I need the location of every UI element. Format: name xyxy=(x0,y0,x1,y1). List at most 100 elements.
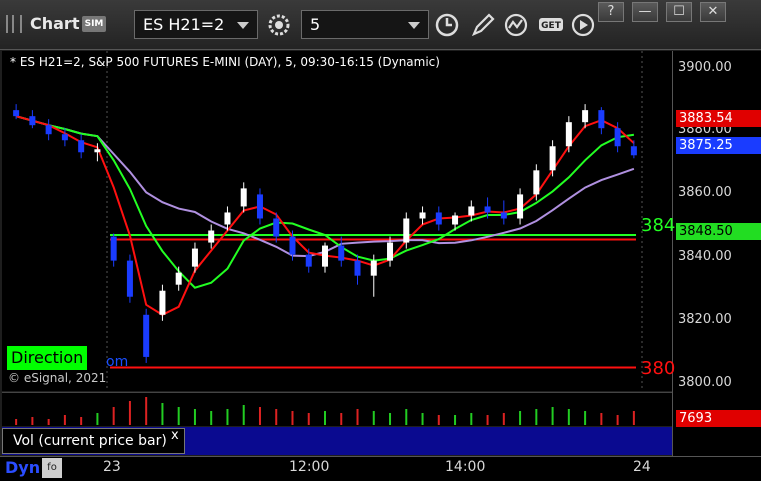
candle-body xyxy=(582,110,589,123)
symbol-select[interactable]: ES H21=2 xyxy=(134,10,258,39)
candle-body xyxy=(208,230,215,243)
svg-text:GET: GET xyxy=(541,21,562,31)
price-chart-pane[interactable] xyxy=(2,51,672,391)
volume-bar xyxy=(340,413,343,425)
volume-bar xyxy=(389,413,392,425)
candle-body xyxy=(159,290,166,315)
candle-body xyxy=(240,188,247,207)
app-title: Chart xyxy=(30,14,80,33)
copyright: © eSignal, 2021 xyxy=(8,371,107,385)
price-tag-green: 3848.50 xyxy=(676,223,761,240)
close-button[interactable]: ✕ xyxy=(700,2,726,22)
volume-bar xyxy=(177,407,180,425)
pencil-draw-icon[interactable] xyxy=(470,12,496,38)
candle-body xyxy=(452,215,459,225)
drag-grip-icon[interactable] xyxy=(6,15,22,33)
price-tick: 3900.00 xyxy=(678,60,732,75)
candle-body xyxy=(191,248,198,267)
formula-icon[interactable]: fo xyxy=(42,458,62,478)
volume-bar xyxy=(356,409,359,425)
volume-bar xyxy=(535,409,538,425)
candle-body xyxy=(305,254,312,267)
candle-body xyxy=(289,236,296,255)
candle-body xyxy=(273,218,280,237)
maximize-button[interactable]: ☐ xyxy=(666,2,692,22)
candle-body xyxy=(322,245,328,267)
volume-chart xyxy=(15,397,635,425)
candle-body xyxy=(614,128,621,147)
help-button[interactable]: ? xyxy=(598,2,624,22)
volume-bar xyxy=(128,401,131,425)
candle-body xyxy=(598,110,605,129)
candle-body xyxy=(13,110,20,117)
candle-body xyxy=(500,212,507,219)
dynamic-label[interactable]: Dyn xyxy=(5,458,40,477)
price-tick: 3800.00 xyxy=(678,375,732,390)
candle-body xyxy=(94,149,101,153)
volume-bar xyxy=(486,415,489,425)
volume-bar xyxy=(600,413,603,425)
candle-body xyxy=(630,146,637,156)
study-wave-icon[interactable] xyxy=(503,12,529,38)
volume-bar xyxy=(470,413,473,425)
chevron-down-icon[interactable] xyxy=(237,22,249,29)
volume-bar xyxy=(307,413,310,425)
candle-body xyxy=(175,272,182,285)
time-tick: 12:00 xyxy=(289,459,330,475)
volume-value-tag: 7693 xyxy=(676,410,761,427)
candle-body xyxy=(61,134,68,141)
time-tick: 23 xyxy=(103,459,121,475)
price-tag-red: 3883.54 xyxy=(676,110,761,127)
volume-bar xyxy=(437,415,440,425)
candle-body xyxy=(29,116,36,126)
direction-label: Direction xyxy=(7,346,88,370)
price-chart[interactable] xyxy=(2,51,672,391)
candle-body xyxy=(354,260,361,276)
interval-select[interactable]: 5 xyxy=(301,10,429,39)
volume-bar xyxy=(258,407,261,425)
get-data-icon[interactable]: GET xyxy=(538,12,564,38)
price-tick: 3860.00 xyxy=(678,185,732,200)
chevron-down-icon[interactable] xyxy=(408,22,420,29)
volume-bar xyxy=(291,411,294,425)
toolbar: Chart SIM ES H21=2 5 GET ? — ☐ ✕ xyxy=(0,0,761,50)
volume-bar xyxy=(112,407,115,425)
candle-body xyxy=(256,194,263,219)
candle-body xyxy=(143,314,150,357)
volume-label[interactable]: Vol (current price bar) xyxy=(2,428,185,454)
volume-bar xyxy=(15,419,18,425)
candle-body xyxy=(533,170,540,195)
volume-pane[interactable] xyxy=(2,392,672,426)
candle-body xyxy=(565,122,572,147)
candle-body xyxy=(126,260,133,297)
volume-close-icon[interactable]: x xyxy=(171,428,179,443)
candle-body xyxy=(468,206,475,216)
volume-bar xyxy=(567,409,570,425)
volume-bar xyxy=(63,415,66,425)
sim-badge: SIM xyxy=(82,16,106,32)
candle-body xyxy=(419,212,426,219)
minimize-button[interactable]: — xyxy=(632,2,658,22)
volume-bar xyxy=(454,415,457,425)
volume-bar xyxy=(405,409,408,425)
time-tick: 24 xyxy=(633,459,651,475)
volume-bar xyxy=(96,413,99,425)
volume-bar xyxy=(421,413,424,425)
settings-gear-icon[interactable] xyxy=(266,12,292,38)
candle-body xyxy=(549,146,556,171)
candle-body xyxy=(45,125,52,135)
volume-bar xyxy=(210,411,213,425)
ma-red-line xyxy=(15,115,635,316)
level-label-green: 384 xyxy=(641,215,676,236)
volume-bar xyxy=(519,411,522,425)
volume-bar xyxy=(632,411,635,425)
volume-bar xyxy=(193,409,196,425)
volume-bar xyxy=(31,417,34,425)
clock-icon[interactable] xyxy=(434,12,460,38)
volume-bar xyxy=(616,415,619,425)
direction-suffix: om xyxy=(106,354,129,370)
play-icon[interactable] xyxy=(570,12,596,38)
volume-bar xyxy=(80,417,83,425)
candle-body xyxy=(224,212,231,225)
volume-bar xyxy=(551,407,554,425)
